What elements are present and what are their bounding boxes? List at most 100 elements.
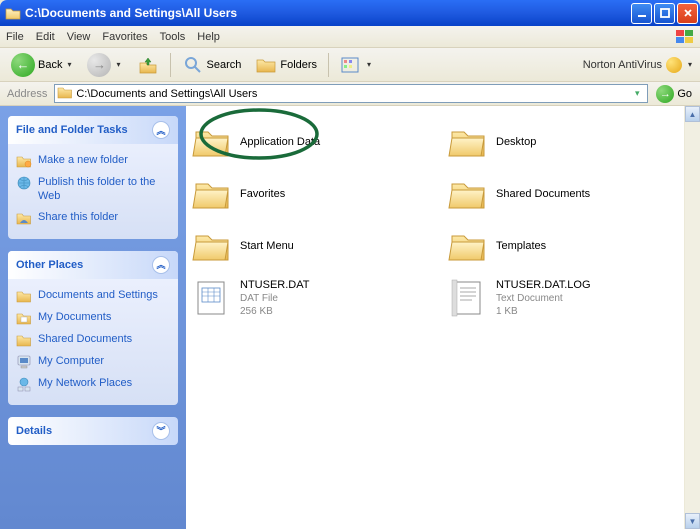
views-button[interactable]: ▾ [335,50,378,80]
other-places-title: Other Places [16,259,83,271]
place-label: My Computer [38,354,104,368]
place-my-computer[interactable]: My Computer [16,351,170,373]
go-label: Go [677,88,692,100]
minimize-button[interactable] [631,3,652,24]
address-dropdown-icon[interactable]: ▾ [629,88,645,99]
details-title: Details [16,425,52,437]
details-box: Details ︾ [8,417,178,445]
file-type: DAT File [240,292,309,305]
menu-edit[interactable]: Edit [36,31,55,43]
file-size: 1 KB [496,305,591,318]
search-label: Search [207,59,242,71]
address-folder-icon [57,85,73,102]
back-label: Back [38,59,62,71]
folder-item[interactable]: Templates [446,224,696,268]
folder-item[interactable]: Start Menu [190,224,440,268]
close-button[interactable] [677,3,698,24]
titlebar-folder-icon [5,5,21,21]
task-make-new-folder[interactable]: Make a new folder [16,150,170,172]
other-places-header[interactable]: Other Places ︽ [8,251,178,279]
file-size: 256 KB [240,305,309,318]
window-title: C:\Documents and Settings\All Users [25,6,631,20]
file-folder-tasks-box: File and Folder Tasks ︽ Make a new folde… [8,116,178,239]
menu-favorites[interactable]: Favorites [102,31,147,43]
folder-name: Start Menu [240,239,294,253]
file-name: NTUSER.DAT.LOG [496,278,591,292]
publish-web-icon [16,175,32,191]
task-label: Publish this folder to the Web [38,175,170,204]
folder-icon [448,122,488,162]
address-bar: Address C:\Documents and Settings\All Us… [0,82,700,106]
other-places-box: Other Places ︽ Documents and Settings My… [8,251,178,405]
menubar: File Edit View Favorites Tools Help [0,26,700,48]
go-button[interactable]: → Go [652,84,696,104]
views-dropdown-icon: ▾ [365,60,373,69]
folder-item[interactable]: Application Data [190,120,440,164]
menu-view[interactable]: View [67,31,91,43]
folder-name: Templates [496,239,546,253]
address-path: C:\Documents and Settings\All Users [76,88,257,100]
windows-flag-icon [674,28,696,46]
file-item[interactable]: NTUSER.DATDAT File256 KB [190,276,440,320]
folder-name: Shared Documents [496,187,590,201]
folders-icon [255,54,277,76]
place-network-places[interactable]: My Network Places [16,373,170,395]
folder-icon [192,226,232,266]
task-publish-folder[interactable]: Publish this folder to the Web [16,172,170,207]
share-folder-icon [16,210,32,226]
norton-icon [666,57,682,73]
menu-help[interactable]: Help [197,31,220,43]
my-documents-icon [16,310,32,326]
place-shared-documents[interactable]: Shared Documents [16,329,170,351]
task-label: Share this folder [38,210,118,224]
norton-toolbar[interactable]: Norton AntiVirus ▾ [583,57,694,73]
address-field[interactable]: C:\Documents and Settings\All Users ▾ [54,84,648,103]
network-places-icon [16,376,32,392]
folder-contents[interactable]: Application DataDesktop Favorites Shared D… [186,106,700,529]
menu-file[interactable]: File [6,31,24,43]
folder-item[interactable]: Favorites [190,172,440,216]
place-my-documents[interactable]: My Documents [16,307,170,329]
details-header[interactable]: Details ︾ [8,417,178,445]
place-documents-settings[interactable]: Documents and Settings [16,285,170,307]
menu-tools[interactable]: Tools [160,31,186,43]
new-folder-icon [16,153,32,169]
folder-icon [448,226,488,266]
toolbar-separator [328,53,329,77]
expand-icon: ︾ [152,422,170,440]
scroll-down-button[interactable]: ▼ [685,513,700,529]
back-arrow-icon: ← [11,53,35,77]
vertical-scrollbar[interactable]: ▲ ▼ [684,106,700,529]
folder-icon [448,174,488,214]
file-item[interactable]: NTUSER.DAT.LOGText Document1 KB [446,276,696,320]
collapse-icon: ︽ [152,256,170,274]
side-panel: File and Folder Tasks ︽ Make a new folde… [0,106,186,529]
my-computer-icon [16,354,32,370]
forward-arrow-icon: → [87,53,111,77]
back-dropdown-icon: ▾ [65,60,73,69]
collapse-icon: ︽ [152,121,170,139]
scroll-up-button[interactable]: ▲ [685,106,700,122]
place-label: My Network Places [38,376,132,390]
titlebar[interactable]: C:\Documents and Settings\All Users [0,0,700,26]
folder-name: Favorites [240,187,285,201]
back-button[interactable]: ← Back ▾ [6,49,78,81]
folder-item[interactable]: Shared Documents [446,172,696,216]
norton-label: Norton AntiVirus [583,59,662,71]
folders-button[interactable]: Folders [250,50,322,80]
place-label: My Documents [38,310,111,324]
place-label: Shared Documents [38,332,132,346]
search-button[interactable]: Search [177,50,247,80]
task-share-folder[interactable]: Share this folder [16,207,170,229]
folder-item[interactable]: Desktop [446,120,696,164]
file-folder-tasks-header[interactable]: File and Folder Tasks ︽ [8,116,178,144]
go-arrow-icon: → [656,85,674,103]
forward-dropdown-icon: ▾ [114,60,122,69]
views-icon [340,54,362,76]
up-button[interactable] [132,50,164,80]
forward-button[interactable]: → ▾ [82,49,127,81]
file-icon [192,278,232,318]
place-label: Documents and Settings [38,288,158,302]
task-label: Make a new folder [38,153,128,167]
maximize-button[interactable] [654,3,675,24]
